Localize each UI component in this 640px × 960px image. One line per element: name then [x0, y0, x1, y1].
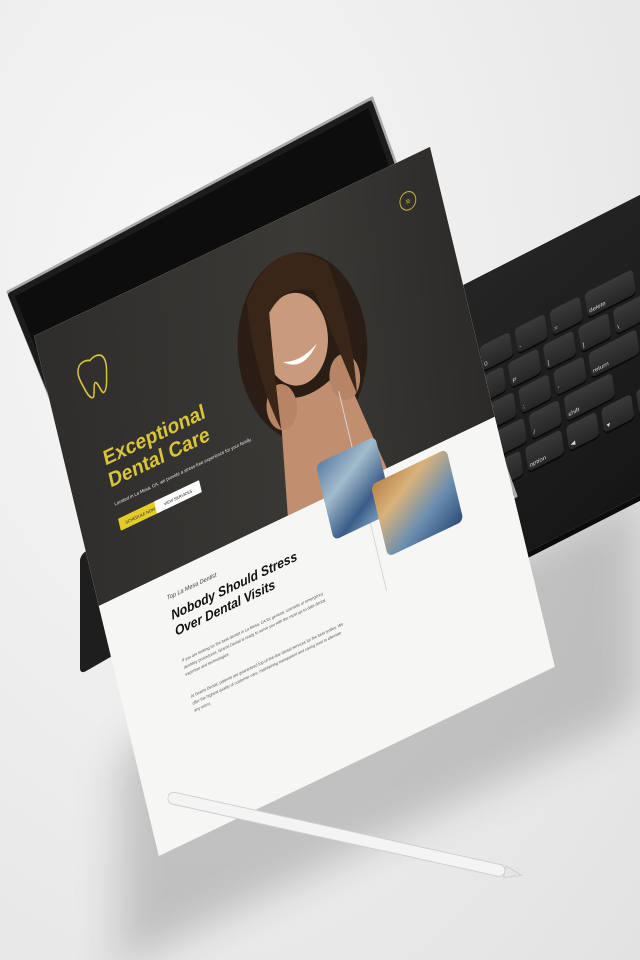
key--[interactable]: ▶ [635, 375, 640, 416]
view-services-button[interactable]: VIEW SERVICES [154, 480, 202, 514]
hero-title: Exceptional Dental Care [101, 400, 212, 494]
hamburger-menu-icon[interactable]: ≡ [397, 187, 419, 214]
tablet-device: ≡ Exceptional Dental Care Located in La … [6, 96, 555, 857]
tooth-logo-icon[interactable] [71, 346, 118, 407]
product-mockup-scene: esc1234567890-=deletetabQWERTYUIOP[]\cap… [0, 0, 640, 960]
